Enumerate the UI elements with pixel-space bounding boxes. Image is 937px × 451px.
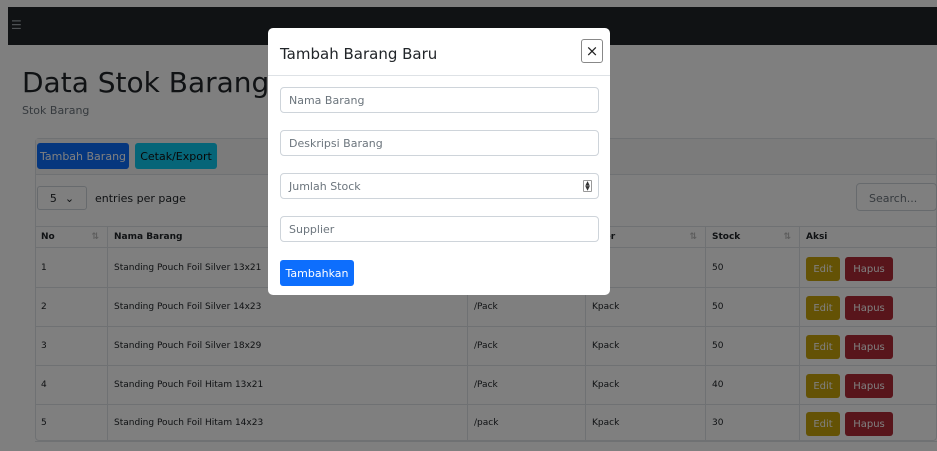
supplier-input[interactable]: Supplier: [280, 216, 599, 242]
jumlah-stock-input[interactable]: Jumlah Stock ▲ ▼: [280, 173, 599, 199]
submit-button[interactable]: Tambahkan: [280, 260, 354, 286]
modal-header: Tambah Barang Baru ×: [268, 28, 610, 76]
add-item-modal: Tambah Barang Baru × Nama Barang Deskrip…: [268, 28, 610, 295]
deskripsi-barang-input[interactable]: Deskripsi Barang: [280, 130, 599, 156]
stepper-icon[interactable]: ▲ ▼: [583, 180, 592, 192]
close-icon[interactable]: ×: [581, 39, 603, 63]
nama-barang-input[interactable]: Nama Barang: [280, 87, 599, 113]
jumlah-stock-placeholder: Jumlah Stock: [289, 179, 361, 193]
modal-title: Tambah Barang Baru: [280, 45, 438, 63]
